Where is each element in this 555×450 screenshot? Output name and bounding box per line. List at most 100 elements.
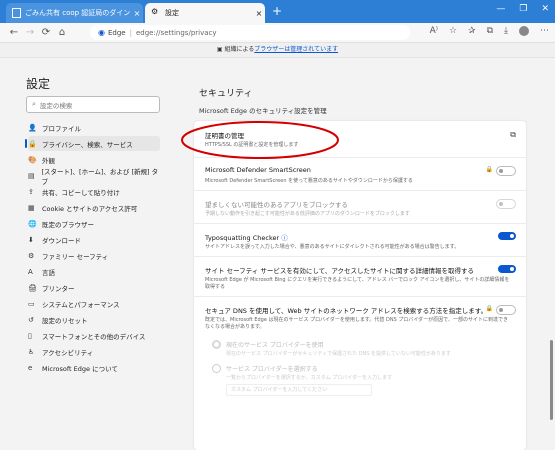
smartscreen-row: Microsoft Defender SmartScreen Microsoft… bbox=[194, 157, 526, 191]
site-safety-row: サイト セーフティ サービスを有効にして、アクセスしたサイトに関する詳細情報を取… bbox=[194, 256, 526, 297]
section-title: セキュリティ bbox=[199, 89, 253, 99]
sidebar-item-default-browser[interactable]: 🌐 既定のブラウザー bbox=[28, 216, 160, 231]
new-tab-button[interactable]: + bbox=[270, 4, 284, 18]
site-safety-toggle[interactable] bbox=[498, 265, 516, 273]
window-controls: — ❐ ✕ bbox=[496, 4, 549, 14]
dns-choose-provider-radio[interactable] bbox=[212, 364, 221, 373]
row-title: サイト セーフティ サービスを有効にして、アクセスしたサイトに関する詳細情報を取… bbox=[205, 267, 475, 275]
row-title: Typosquatting Checker ⓘ bbox=[205, 232, 288, 242]
edge-logo-icon: e bbox=[28, 363, 33, 372]
row-title-text: Typosquatting Checker bbox=[205, 234, 280, 242]
family-icon: ⚙ bbox=[28, 251, 35, 260]
smartscreen-toggle[interactable] bbox=[496, 166, 516, 176]
sidebar-item-label: ファミリー セーフティ bbox=[42, 252, 109, 261]
profile-avatar[interactable] bbox=[519, 26, 529, 36]
sidebar-item-label: ダウンロード bbox=[42, 236, 81, 245]
external-link-icon[interactable]: ⧉ bbox=[510, 130, 516, 140]
toolbar-icons: A⁾ ☆ ✰ ⧉ ⤓ ⋯ bbox=[430, 26, 549, 36]
favorite-icon[interactable]: ☆ bbox=[449, 26, 457, 36]
close-tab-icon[interactable]: × bbox=[253, 9, 265, 18]
sidebar-item-label: プロファイル bbox=[42, 124, 81, 133]
favorites-list-icon[interactable]: ✰ bbox=[468, 26, 476, 36]
address-separator: | bbox=[129, 28, 132, 37]
sidebar-item-label: 外観 bbox=[42, 156, 55, 165]
scrollbar[interactable] bbox=[550, 340, 553, 420]
maximize-button[interactable]: ❐ bbox=[519, 4, 527, 14]
managed-banner: ▣ 組織によるブラウザーは管理されています bbox=[0, 43, 555, 58]
tab-settings[interactable]: ⚙ 設定 × bbox=[145, 3, 265, 23]
download-icon[interactable]: ⤓ bbox=[504, 26, 508, 36]
pua-toggle[interactable] bbox=[496, 199, 516, 209]
dns-option-label: サービス プロバイダーを選択する bbox=[226, 366, 318, 373]
forward-button[interactable]: → bbox=[22, 27, 38, 38]
security-card: 証明書の管理 HTTPS/SSL の証明書と設定を管理します ⧉ Microso… bbox=[194, 121, 526, 450]
home-button[interactable]: ⌂ bbox=[54, 27, 70, 38]
row-title: セキュア DNS を使用して、Web サイトのネットワーク アドレスを検索する方… bbox=[205, 307, 488, 315]
row-title: 望ましくない可能性のあるアプリをブロックする bbox=[205, 201, 348, 209]
search-input[interactable]: ⌕ 設定の検索 bbox=[26, 96, 160, 113]
row-title: Microsoft Defender SmartScreen bbox=[205, 166, 311, 174]
tab-other[interactable]: ごみん共有 coop 認証局のダイン × bbox=[6, 3, 143, 23]
tab-title: 設定 bbox=[165, 9, 179, 17]
collections-icon[interactable]: ⧉ bbox=[487, 26, 493, 36]
managed-lock-icon: 🔒 bbox=[485, 166, 493, 173]
sidebar-item-label: 既定のブラウザー bbox=[42, 220, 94, 229]
typosquatting-toggle[interactable] bbox=[498, 232, 516, 240]
secure-dns-toggle[interactable] bbox=[496, 305, 516, 315]
edge-icon: ◉ bbox=[98, 28, 105, 37]
close-window-button[interactable]: ✕ bbox=[541, 4, 549, 14]
sidebar-item-downloads[interactable]: ⬇ ダウンロード bbox=[28, 232, 160, 247]
secure-dns-row: セキュア DNS を使用して、Web サイトのネットワーク アドレスを検索する方… bbox=[194, 296, 526, 450]
sidebar-item-languages[interactable]: A 言語 bbox=[28, 264, 160, 279]
dns-option-label: 現在のサービス プロバイダーを使用 bbox=[226, 342, 324, 349]
lock-icon: 🔒 bbox=[28, 139, 37, 148]
sidebar-item-label: システムとパフォーマンス bbox=[42, 300, 120, 309]
sidebar-item-privacy[interactable]: 🔒 プライバシー、検索、サービス bbox=[25, 136, 160, 151]
sidebar-item-phone[interactable]: ▯ スマートフォンとその他のデバイス bbox=[28, 328, 160, 343]
more-menu-icon[interactable]: ⋯ bbox=[540, 26, 549, 36]
minimize-button[interactable]: — bbox=[496, 4, 505, 14]
back-button[interactable]: ← bbox=[6, 27, 22, 38]
profile-icon: 👤 bbox=[28, 123, 37, 132]
gear-icon: ⚙ bbox=[151, 7, 159, 16]
sidebar-item-label: アクセシビリティ bbox=[42, 348, 94, 357]
managed-link[interactable]: ブラウザーは管理されています bbox=[254, 46, 338, 53]
address-bar[interactable]: ◉ Edge | edge://settings/privacy bbox=[90, 25, 410, 40]
sidebar-item-about[interactable]: e Microsoft Edge について bbox=[28, 360, 160, 375]
managed-lock-icon: 🔒 bbox=[485, 305, 493, 312]
tab-title: ごみん共有 coop 認証局のダイン bbox=[25, 9, 131, 17]
sidebar-item-start-home[interactable]: ▤ [スタート]、[ホーム]、および [新規] タブ bbox=[28, 168, 160, 186]
dns-provider-input[interactable]: カスタム プロバイダーを入力してください bbox=[226, 384, 372, 396]
sidebar-item-printers[interactable]: 🖨 プリンター bbox=[28, 280, 160, 295]
tabs-icon: ▤ bbox=[28, 171, 35, 180]
sidebar-item-profile[interactable]: 👤 プロファイル bbox=[28, 120, 160, 135]
pua-row: 望ましくない可能性のあるアプリをブロックする 予期しない動作を引き起こす可能性が… bbox=[194, 190, 526, 224]
read-aloud-icon[interactable]: A⁾ bbox=[430, 26, 438, 36]
row-description: サイトアドレスを誤って入力した場合や、悪意のあるサイトにダイレクトされる可能性が… bbox=[205, 244, 460, 250]
section-subtitle: Microsoft Edge のセキュリティ設定を管理 bbox=[199, 107, 327, 115]
dns-option-sub: 現在のサービス プロバイダーがセキュリティで保護された DNS を提供していない… bbox=[226, 351, 451, 357]
close-tab-icon[interactable]: × bbox=[131, 9, 143, 18]
search-icon: ⌕ bbox=[32, 100, 36, 108]
refresh-button[interactable]: ⟳ bbox=[38, 27, 54, 38]
sidebar-item-system[interactable]: ▭ システムとパフォーマンス bbox=[28, 296, 160, 311]
dns-current-provider-radio[interactable] bbox=[212, 340, 221, 349]
sidebar-item-label: 言語 bbox=[42, 268, 55, 277]
help-icon[interactable]: ⓘ bbox=[281, 234, 288, 242]
browser-icon: 🌐 bbox=[28, 219, 37, 228]
printer-icon: 🖨 bbox=[28, 283, 37, 292]
sidebar-item-cookies[interactable]: ▦ Cookie とサイトのアクセス許可 bbox=[28, 200, 160, 215]
reset-icon: ↺ bbox=[28, 315, 34, 324]
sidebar-item-family[interactable]: ⚙ ファミリー セーフティ bbox=[28, 248, 160, 263]
row-description: 既定では、Microsoft Edge は現在のサービス プロバイダーを使用しま… bbox=[205, 317, 508, 330]
accessibility-icon: ♿ bbox=[28, 347, 35, 356]
dns-option-sub: 一覧からプロバイダーを選択するか、カスタム プロバイダーを入力します bbox=[226, 375, 393, 381]
row-description: Microsoft Defender SmartScreen を使って悪意のある… bbox=[205, 178, 413, 184]
sidebar-item-label: Cookie とサイトのアクセス許可 bbox=[42, 204, 138, 213]
sidebar-item-accessibility[interactable]: ♿ アクセシビリティ bbox=[28, 344, 160, 359]
managed-icon: ▣ bbox=[216, 46, 223, 53]
sidebar-item-reset[interactable]: ↺ 設定のリセット bbox=[28, 312, 160, 327]
sidebar-item-share[interactable]: ⇪ 共有、コピーして貼り付け bbox=[28, 184, 160, 199]
row-description: Microsoft Edge が Microsoft Bing にクエリを実行で… bbox=[205, 277, 510, 290]
page-title: 設定 bbox=[26, 77, 51, 91]
